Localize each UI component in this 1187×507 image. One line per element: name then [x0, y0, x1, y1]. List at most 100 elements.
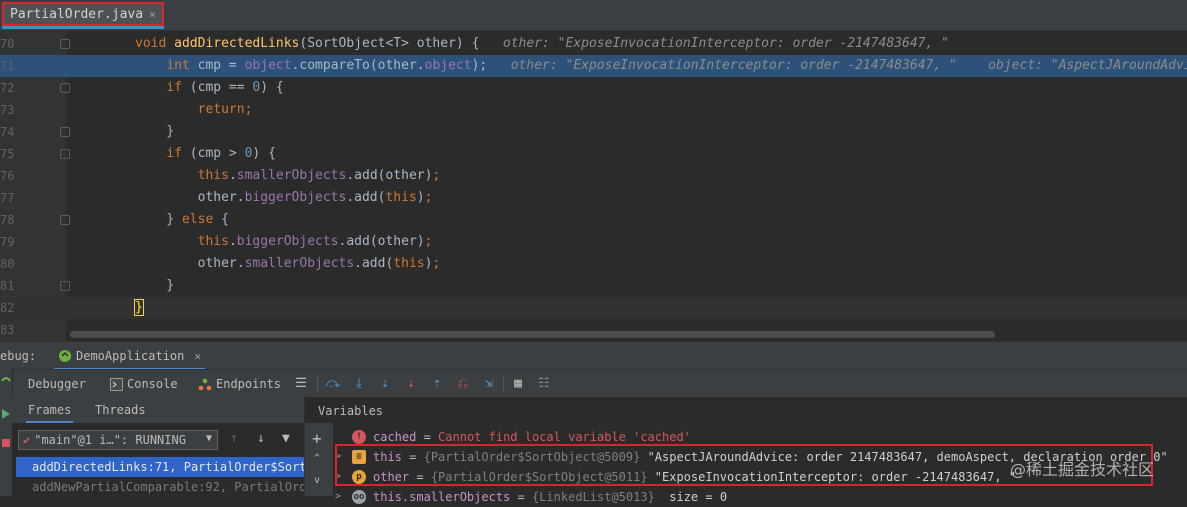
- variable-eq: =: [416, 430, 439, 444]
- code-text: void addDirectedLinks(SortObject<T> othe…: [135, 33, 949, 55]
- variable-type: {LinkedList@5013}: [531, 490, 663, 504]
- close-icon[interactable]: ×: [149, 8, 156, 21]
- line-number: 83: [0, 323, 15, 337]
- code-token: ) {: [252, 146, 276, 161]
- code-line[interactable]: 74 }: [0, 121, 1187, 143]
- code-token: .add(: [354, 256, 394, 271]
- code-token: (cmp ==: [189, 80, 253, 95]
- code-token: void: [135, 36, 175, 51]
- chevron-up-icon[interactable]: ^: [314, 453, 320, 464]
- tab-endpoints[interactable]: Endpoints: [198, 374, 281, 394]
- tab-frames-label: Frames: [28, 403, 72, 417]
- code-token: int: [166, 58, 198, 73]
- code-text: this.biggerObjects.add(other);: [135, 231, 433, 253]
- previous-frame-icon[interactable]: ↑: [230, 431, 238, 446]
- fold-icon[interactable]: [60, 281, 70, 291]
- code-token: {: [221, 212, 229, 227]
- code-line[interactable]: 71 int cmp = object.compareTo(other.obje…: [0, 55, 1187, 77]
- code-token: other.: [135, 256, 245, 271]
- fold-icon[interactable]: [60, 149, 70, 159]
- tab-debugger[interactable]: Debugger: [28, 374, 86, 394]
- variable-row[interactable]: > oo this.smallerObjects = {LinkedList@501…: [335, 487, 1175, 507]
- code-token: .add(: [346, 190, 386, 205]
- frame-row[interactable]: addDirectedLinks:71, PartialOrder$SortO: [16, 457, 304, 477]
- code-line[interactable]: 75 if (cmp > 0) {: [0, 143, 1187, 165]
- line-number: 75: [0, 147, 15, 161]
- line-number: 73: [0, 103, 15, 117]
- next-frame-icon[interactable]: ↓: [257, 431, 265, 446]
- step-out-icon[interactable]: ⇡: [429, 376, 445, 392]
- code-line[interactable]: 82}: [0, 297, 1187, 319]
- code-token: return;: [197, 102, 253, 117]
- code-token: biggerObjects: [236, 234, 339, 249]
- code-line[interactable]: 73 return;: [0, 99, 1187, 121]
- code-line[interactable]: 70 void addDirectedLinks(SortObject<T> ot…: [0, 33, 1187, 55]
- variables-side-toolbar: + ^ v: [305, 423, 333, 496]
- code-line[interactable]: 72 if (cmp == 0) {: [0, 77, 1187, 99]
- code-line[interactable]: 80 other.smallerObjects.add(this);: [0, 253, 1187, 275]
- toolbar-separator: [503, 376, 504, 392]
- code-token: this: [197, 168, 229, 183]
- code-token: .add(other): [346, 168, 433, 183]
- variables-panel: Variables + ^ v ! cached = Cannot find lo…: [305, 397, 1187, 504]
- line-number: 70: [0, 37, 15, 51]
- session-tab-label: DemoApplication: [76, 349, 185, 363]
- drop-frame-icon[interactable]: ⎌: [455, 376, 471, 392]
- code-token: this: [197, 234, 229, 249]
- code-token: smallerObjects: [236, 168, 347, 183]
- horizontal-scrollbar[interactable]: [70, 331, 995, 338]
- code-token: }: [134, 299, 144, 316]
- code-token: ;: [432, 256, 441, 271]
- toolbar-separator: [317, 376, 318, 392]
- close-icon[interactable]: ×: [194, 350, 201, 363]
- run-to-cursor-icon[interactable]: ⇲: [481, 376, 497, 392]
- fold-icon[interactable]: [60, 127, 70, 137]
- layout-menu-icon[interactable]: ☰: [293, 376, 309, 392]
- chevron-down-icon[interactable]: v: [314, 475, 320, 486]
- line-number: 71: [0, 59, 15, 73]
- tab-console[interactable]: Console: [110, 374, 178, 394]
- code-token: if: [166, 146, 190, 161]
- filter-icon[interactable]: ▼: [282, 431, 290, 446]
- variable-text: this.smallerObjects = {LinkedList@5013} …: [373, 487, 727, 507]
- thread-selector[interactable]: ✔ "main"@1 i…": RUNNING ▼: [18, 430, 218, 450]
- tab-threads[interactable]: Threads: [95, 403, 146, 417]
- code-text: }: [135, 121, 174, 143]
- file-tab-partialorder[interactable]: PartialOrder.java ×: [2, 2, 164, 29]
- variable-name: cached: [373, 430, 417, 444]
- fold-icon[interactable]: [60, 39, 70, 49]
- code-line[interactable]: 78 } else {: [0, 209, 1187, 231]
- code-token: if: [166, 80, 190, 95]
- code-token: smallerObjects: [244, 256, 355, 271]
- evaluate-expression-icon[interactable]: ▦: [510, 376, 526, 392]
- step-over-icon[interactable]: ⤓: [351, 376, 367, 392]
- code-editor[interactable]: 70 void addDirectedLinks(SortObject<T> ot…: [0, 31, 1187, 341]
- fold-icon[interactable]: [60, 83, 70, 93]
- show-execution-point-icon[interactable]: ⤼: [325, 376, 341, 392]
- code-text: other.smallerObjects.add(this);: [135, 253, 441, 275]
- code-line[interactable]: 76 this.smallerObjects.add(other);: [0, 165, 1187, 187]
- step-into-icon[interactable]: ⇣: [377, 376, 393, 392]
- code-line[interactable]: 81 }: [0, 275, 1187, 297]
- code-token: );: [471, 58, 488, 73]
- expand-icon[interactable]: >: [335, 487, 341, 507]
- fold-icon[interactable]: [60, 215, 70, 225]
- line-number: 74: [0, 125, 15, 139]
- debug-session-tab[interactable]: DemoApplication ×: [54, 346, 205, 370]
- code-token: }: [135, 124, 175, 139]
- debug-actions-icons[interactable]: [0, 369, 12, 496]
- code-line[interactable]: 79 this.biggerObjects.add(other);: [0, 231, 1187, 253]
- trace-stream-icon[interactable]: ☷: [536, 376, 552, 392]
- code-token: .add(other): [338, 234, 425, 249]
- watch-icon: oo: [352, 490, 366, 504]
- code-line[interactable]: 77 other.biggerObjects.add(this);: [0, 187, 1187, 209]
- frame-row[interactable]: addNewPartialComparable:92, PartialOrde: [16, 477, 304, 497]
- force-step-into-icon[interactable]: ⇣: [403, 376, 419, 392]
- add-watch-icon[interactable]: +: [312, 429, 322, 448]
- tab-frames[interactable]: Frames: [26, 403, 74, 423]
- code-token: ;: [424, 190, 433, 205]
